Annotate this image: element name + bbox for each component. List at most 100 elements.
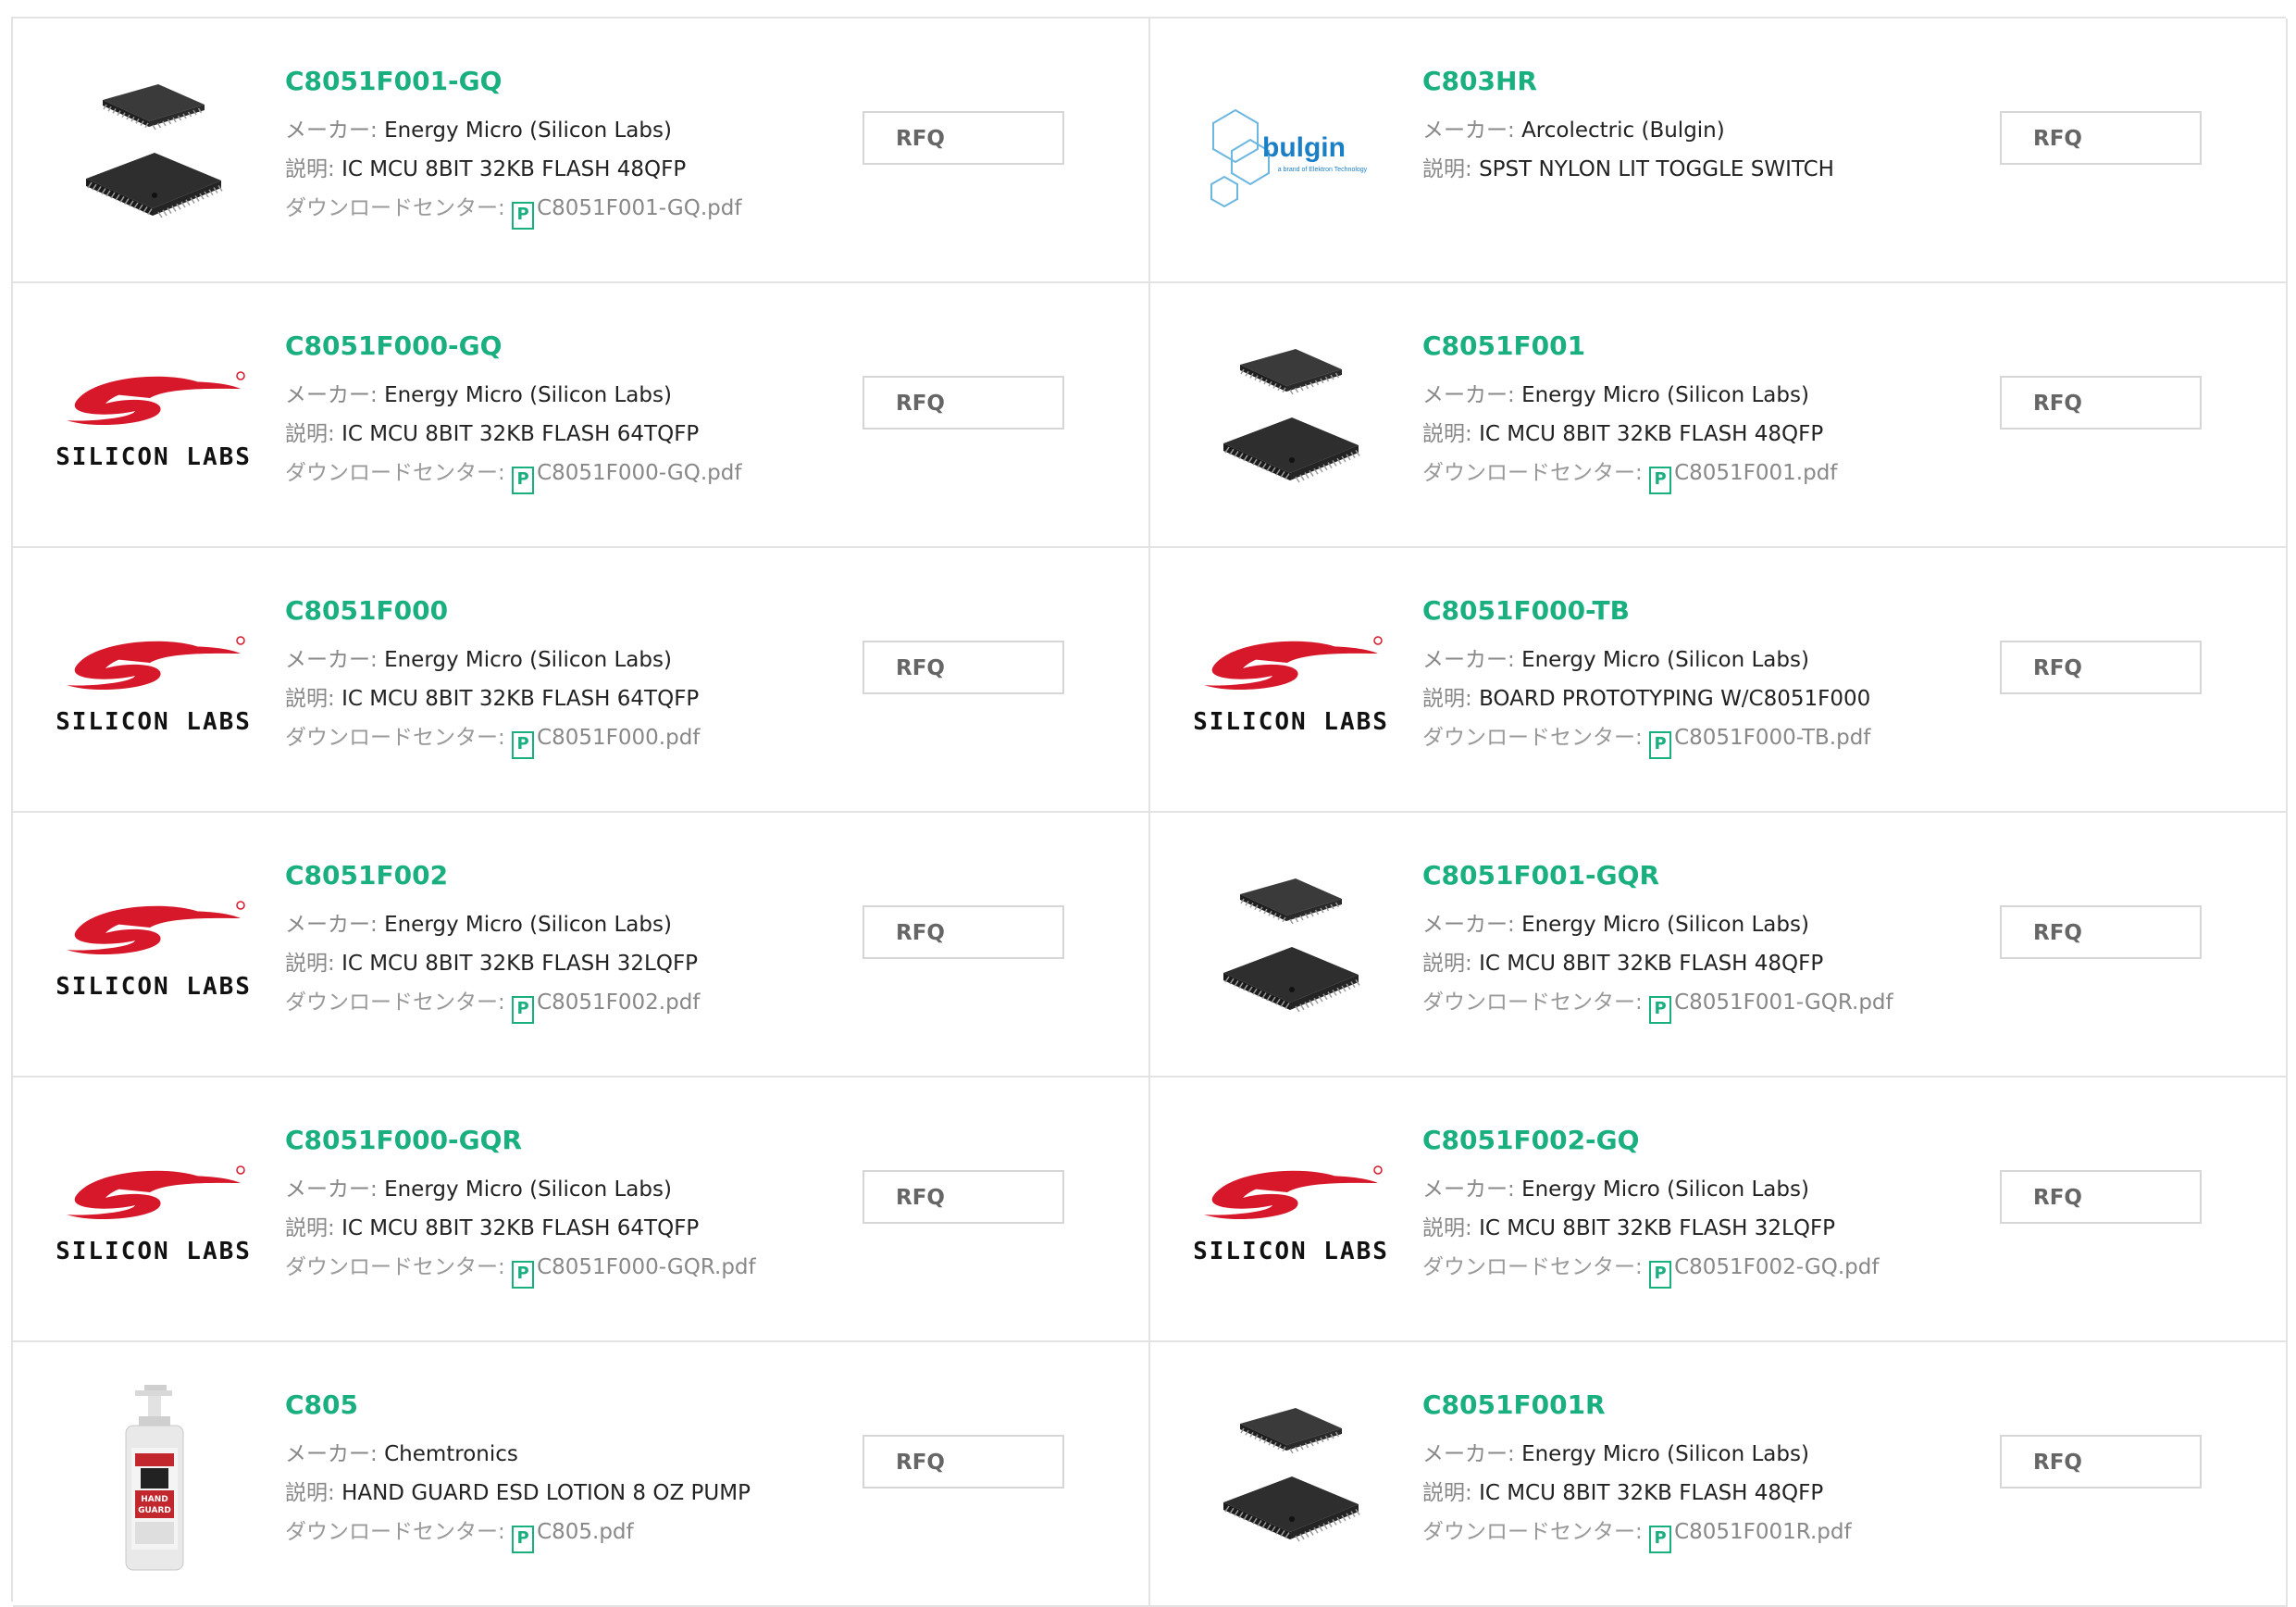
product-card: SILICON LABS C8051F000 メーカー: Energy Micro … <box>13 548 1150 813</box>
manufacturer-line: メーカー: Energy Micro (Silicon Labs) <box>285 641 840 679</box>
manufacturer-value: Energy Micro (Silicon Labs) <box>384 913 672 937</box>
manufacturer-value: Energy Micro (Silicon Labs) <box>384 118 672 143</box>
product-card: C8051F001-GQR メーカー: Energy Micro (Silicon… <box>1150 813 2288 1078</box>
description-line: 説明: IC MCU 8BIT 32KB FLASH 48QFP <box>1422 1474 1978 1513</box>
part-number-link[interactable]: C8051F001R <box>1422 1389 1978 1422</box>
description-label: 説明: <box>1422 952 1480 976</box>
manufacturer-value: Energy Micro (Silicon Labs) <box>1521 648 1809 672</box>
pdf-icon[interactable]: P <box>1649 467 1672 494</box>
manufacturer-line: メーカー: Arcolectric (Bulgin) <box>1422 111 1978 150</box>
pdf-icon[interactable]: P <box>1649 996 1672 1024</box>
part-number-link[interactable]: C8051F001-GQ <box>285 65 840 98</box>
manufacturer-value: Energy Micro (Silicon Labs) <box>384 383 672 407</box>
rfq-button[interactable]: RFQ <box>863 376 1064 430</box>
chip-image[interactable] <box>1195 853 1387 1046</box>
rfq-button[interactable]: RFQ <box>2000 1435 2202 1489</box>
silicon-labs-logo[interactable]: SILICON LABS <box>1195 1118 1387 1311</box>
datasheet-link[interactable]: C8051F000-GQR.pdf <box>537 1255 756 1279</box>
description-label: 説明: <box>1422 1481 1480 1505</box>
product-card: SILICON LABS C8051F000-TB メーカー: Energy Mic… <box>1150 548 2288 813</box>
chip-image[interactable] <box>1195 1383 1387 1576</box>
datasheet-link[interactable]: C8051F001R.pdf <box>1674 1520 1852 1544</box>
part-number-link[interactable]: C8051F000-GQR <box>285 1124 840 1157</box>
download-center-label: ダウンロードセンター: <box>1422 1255 1650 1279</box>
product-card: SILICON LABS C8051F002 メーカー: Energy Micro … <box>13 813 1150 1078</box>
description-value: IC MCU 8BIT 32KB FLASH 64TQFP <box>341 422 700 446</box>
description-label: 説明: <box>285 952 342 976</box>
chip-image[interactable] <box>57 59 250 252</box>
download-line: ダウンロードセンター: P C8051F002.pdf <box>285 983 840 1024</box>
description-value: IC MCU 8BIT 32KB FLASH 32LQFP <box>1479 1216 1836 1240</box>
product-info: C805 メーカー: Chemtronics 説明: HAND GUARD ESD … <box>285 1389 840 1553</box>
pdf-icon[interactable]: P <box>512 467 535 494</box>
rfq-button[interactable]: RFQ <box>863 905 1064 959</box>
part-number-link[interactable]: C8051F000 <box>285 594 840 628</box>
manufacturer-line: メーカー: Energy Micro (Silicon Labs) <box>1422 1435 1978 1474</box>
silicon-labs-logo[interactable]: SILICON LABS <box>57 853 250 1046</box>
pdf-icon[interactable]: P <box>512 1261 535 1289</box>
manufacturer-line: メーカー: Energy Micro (Silicon Labs) <box>285 1170 840 1209</box>
manufacturer-value: Energy Micro (Silicon Labs) <box>1521 913 1809 937</box>
svg-text:GUARD: GUARD <box>138 1506 171 1515</box>
download-line: ダウンロードセンター: P C8051F002-GQ.pdf <box>1422 1248 1978 1289</box>
part-number-link[interactable]: C805 <box>285 1389 840 1422</box>
datasheet-link[interactable]: C8051F001.pdf <box>1674 461 1837 485</box>
manufacturer-label: メーカー: <box>285 383 385 407</box>
rfq-button[interactable]: RFQ <box>2000 641 2202 694</box>
pdf-icon[interactable]: P <box>1649 1261 1672 1289</box>
silicon-labs-logo[interactable]: SILICON LABS <box>1195 589 1387 781</box>
pdf-icon[interactable]: P <box>512 996 535 1024</box>
description-label: 説明: <box>285 1481 342 1505</box>
part-number-link[interactable]: C8051F002 <box>285 859 840 892</box>
rfq-button[interactable]: RFQ <box>2000 376 2202 430</box>
part-number-link[interactable]: C8051F000-TB <box>1422 594 1978 628</box>
manufacturer-line: メーカー: Energy Micro (Silicon Labs) <box>1422 641 1978 679</box>
rfq-button[interactable]: RFQ <box>2000 905 2202 959</box>
datasheet-link[interactable]: C8051F001-GQR.pdf <box>1674 990 1893 1015</box>
manufacturer-label: メーカー: <box>285 1177 385 1202</box>
download-line: ダウンロードセンター: P C805.pdf <box>285 1513 840 1553</box>
datasheet-link[interactable]: C8051F000-TB.pdf <box>1674 726 1870 750</box>
rfq-button[interactable]: RFQ <box>863 641 1064 694</box>
rfq-button[interactable]: RFQ <box>863 1435 1064 1489</box>
manufacturer-value: Energy Micro (Silicon Labs) <box>1521 1442 1809 1466</box>
datasheet-link[interactable]: C8051F000-GQ.pdf <box>537 461 741 485</box>
description-line: 説明: IC MCU 8BIT 32KB FLASH 64TQFP <box>285 1209 840 1248</box>
datasheet-link[interactable]: C8051F000.pdf <box>537 726 700 750</box>
chip-image[interactable] <box>1195 324 1387 517</box>
manufacturer-value: Arcolectric (Bulgin) <box>1521 118 1725 143</box>
part-number-link[interactable]: C8051F002-GQ <box>1422 1124 1978 1157</box>
download-center-label: ダウンロードセンター: <box>285 1520 513 1544</box>
silicon-labs-logo[interactable]: SILICON LABS <box>57 589 250 781</box>
part-number-link[interactable]: C8051F001 <box>1422 330 1978 363</box>
silicon-labs-logo[interactable]: SILICON LABS <box>57 1118 250 1311</box>
rfq-button[interactable]: RFQ <box>2000 111 2202 165</box>
manufacturer-label: メーカー: <box>1422 118 1522 143</box>
datasheet-link[interactable]: C8051F001-GQ.pdf <box>537 196 741 220</box>
download-center-label: ダウンロードセンター: <box>1422 461 1650 485</box>
part-number-link[interactable]: C8051F000-GQ <box>285 330 840 363</box>
rfq-button[interactable]: RFQ <box>863 111 1064 165</box>
datasheet-link[interactable]: C8051F002-GQ.pdf <box>1674 1255 1879 1279</box>
pdf-icon[interactable]: P <box>512 202 535 230</box>
download-center-label: ダウンロードセンター: <box>285 990 513 1015</box>
manufacturer-value: Chemtronics <box>384 1442 518 1466</box>
datasheet-link[interactable]: C8051F002.pdf <box>537 990 700 1015</box>
silicon-labs-logo[interactable]: SILICON LABS <box>57 324 250 517</box>
pdf-icon[interactable]: P <box>1649 1526 1672 1553</box>
lotion-bottle-image[interactable]: HAND GUARD <box>57 1383 250 1576</box>
part-number-link[interactable]: C8051F001-GQR <box>1422 859 1978 892</box>
part-number-link[interactable]: C803HR <box>1422 65 1978 98</box>
svg-text:SILICON LABS: SILICON LABS <box>57 708 250 736</box>
pdf-icon[interactable]: P <box>512 1526 535 1553</box>
bulgin-logo[interactable]: bulgin a brand of Elektron Technology <box>1195 59 1387 252</box>
datasheet-link[interactable]: C805.pdf <box>537 1520 634 1544</box>
pdf-icon[interactable]: P <box>1649 731 1672 759</box>
pdf-icon[interactable]: P <box>512 731 535 759</box>
download-center-label: ダウンロードセンター: <box>285 1255 513 1279</box>
rfq-button[interactable]: RFQ <box>2000 1170 2202 1224</box>
manufacturer-line: メーカー: Energy Micro (Silicon Labs) <box>1422 1170 1978 1209</box>
description-label: 説明: <box>1422 687 1480 711</box>
svg-text:SILICON LABS: SILICON LABS <box>57 973 250 1001</box>
rfq-button[interactable]: RFQ <box>863 1170 1064 1224</box>
